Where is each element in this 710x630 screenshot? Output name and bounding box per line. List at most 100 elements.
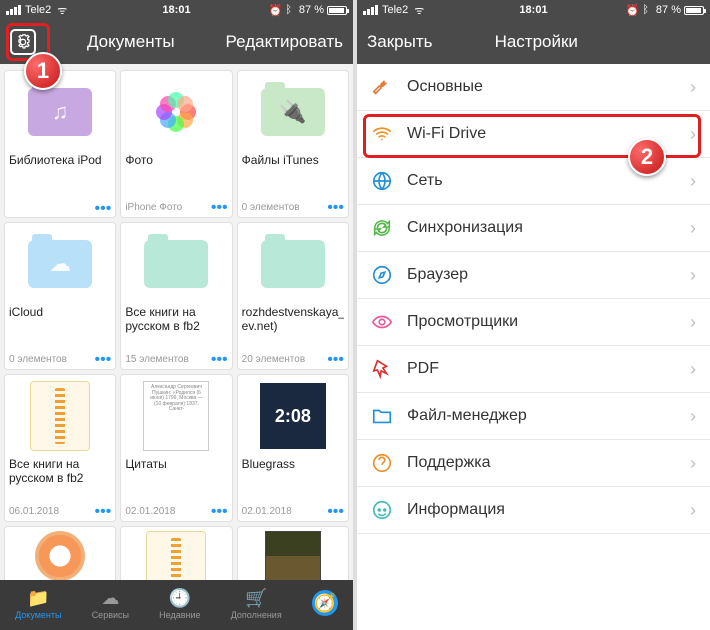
more-button[interactable]: ••• bbox=[327, 508, 344, 516]
settings-row-sync[interactable]: Синхронизация› bbox=[357, 205, 710, 252]
tile-name: iCloud bbox=[9, 305, 111, 335]
settings-row-label: Wi-Fi Drive bbox=[407, 125, 486, 143]
tile-thumbnail: 🔌 bbox=[242, 75, 344, 149]
document-tile[interactable]: ♫ Библиотека iPod ••• bbox=[4, 70, 116, 218]
folder-icon bbox=[144, 240, 208, 288]
battery-icon bbox=[327, 6, 347, 15]
chevron-right-icon: › bbox=[690, 171, 696, 192]
document-tile[interactable]: rozhdestvenskaya_m…ev.net)20 элементов••… bbox=[237, 222, 349, 370]
tile-name: Фото bbox=[125, 153, 227, 183]
document-tile[interactable]: 🔌 Файлы iTunes 0 элементов••• bbox=[237, 70, 349, 218]
tile-thumbnail bbox=[125, 75, 227, 149]
document-tile[interactable]: ☁ iCloud 0 элементов••• bbox=[4, 222, 116, 370]
status-bar: Tele2 ᯤ 18:01 ⏰ ᛒ 87 % bbox=[357, 0, 710, 20]
gear-icon bbox=[15, 34, 31, 50]
settings-row-help[interactable]: Поддержка› bbox=[357, 440, 710, 487]
tile-name: Файлы iTunes bbox=[242, 153, 344, 183]
tile-thumbnail: Александр Сергеевич Пушкин: «Родился (6 … bbox=[125, 379, 227, 453]
tile-thumbnail bbox=[125, 531, 227, 580]
settings-row-info[interactable]: Информация› bbox=[357, 487, 710, 534]
document-tile[interactable] bbox=[4, 526, 116, 580]
document-tile[interactable]: Александр Сергеевич Пушкин: «Родился (6 … bbox=[120, 374, 232, 522]
header-bar: Закрыть Настройки bbox=[357, 20, 710, 64]
settings-row-pdf[interactable]: PDF› bbox=[357, 346, 710, 393]
settings-row-label: Синхронизация bbox=[407, 219, 523, 237]
tile-name: Библиотека iPod bbox=[9, 153, 111, 183]
settings-row-compass[interactable]: Браузер› bbox=[357, 252, 710, 299]
document-tile[interactable]: 2:08Bluegrass02.01.2018••• bbox=[237, 374, 349, 522]
folder-icon: ☁ bbox=[28, 240, 92, 288]
alarm-icon: ⏰ bbox=[269, 4, 283, 17]
pdf-icon bbox=[371, 358, 393, 380]
document-tile[interactable]: Все книги на русском в fb206.01.2018••• bbox=[4, 374, 116, 522]
document-tile[interactable]: Все книги на русском в fb215 элементов••… bbox=[120, 222, 232, 370]
carrier-label: Tele2 bbox=[382, 4, 408, 16]
tab-icon: 🕘 bbox=[169, 588, 191, 608]
page-title: Настройки bbox=[495, 32, 578, 52]
chevron-right-icon: › bbox=[690, 453, 696, 474]
more-button[interactable]: ••• bbox=[211, 508, 228, 516]
more-button[interactable]: ••• bbox=[95, 205, 112, 213]
alarm-icon: ⏰ bbox=[626, 4, 640, 17]
battery-icon bbox=[684, 6, 704, 15]
document-tile[interactable] bbox=[237, 526, 349, 580]
chevron-right-icon: › bbox=[690, 359, 696, 380]
signal-bars-icon bbox=[363, 5, 378, 15]
more-button[interactable]: ••• bbox=[95, 508, 112, 516]
tile-thumbnail bbox=[242, 227, 344, 301]
chevron-right-icon: › bbox=[690, 265, 696, 286]
tile-meta: iPhone Фото••• bbox=[125, 202, 227, 213]
tab-icon: ☁ bbox=[101, 588, 119, 608]
tile-thumbnail: 2:08 bbox=[242, 379, 344, 453]
chevron-right-icon: › bbox=[690, 124, 696, 145]
callout-badge-2: 2 bbox=[628, 138, 666, 176]
sync-icon bbox=[371, 217, 393, 239]
tile-meta: 0 элементов••• bbox=[9, 354, 111, 365]
tile-meta: 02.01.2018••• bbox=[125, 506, 227, 517]
help-icon bbox=[371, 452, 393, 474]
tab-icon: 📁 bbox=[27, 588, 49, 608]
phone-settings: Tele2 ᯤ 18:01 ⏰ ᛒ 87 % Закрыть Настройки… bbox=[357, 0, 710, 630]
tile-meta: ••• bbox=[9, 205, 111, 213]
tile-meta: 0 элементов••• bbox=[242, 202, 344, 213]
folder-icon bbox=[261, 240, 325, 288]
tile-thumbnail: ☁ bbox=[9, 227, 111, 301]
tile-meta: 20 элементов••• bbox=[242, 354, 344, 365]
tab-browser[interactable]: 🧭 bbox=[312, 590, 338, 618]
page-title: Документы bbox=[87, 32, 175, 52]
phone-documents: Tele2 ᯤ 18:01 ⏰ ᛒ 87 % Документы Редакти… bbox=[0, 0, 353, 630]
settings-row-label: Информация bbox=[407, 501, 505, 519]
more-button[interactable]: ••• bbox=[327, 356, 344, 364]
info-icon bbox=[371, 499, 393, 521]
settings-row-folder[interactable]: Файл-менеджер› bbox=[357, 393, 710, 440]
battery-percent: 87 % bbox=[656, 4, 681, 16]
tab-Сервисы[interactable]: ☁Сервисы bbox=[92, 588, 129, 620]
more-button[interactable]: ••• bbox=[211, 204, 228, 212]
documents-grid[interactable]: ♫ Библиотека iPod ••• Фото iPhone Фото••• 🔌 Фа… bbox=[0, 64, 353, 580]
settings-button[interactable] bbox=[10, 29, 36, 55]
tile-thumbnail bbox=[9, 379, 111, 453]
more-button[interactable]: ••• bbox=[95, 356, 112, 364]
tile-name: Bluegrass bbox=[242, 457, 344, 487]
edit-button[interactable]: Редактировать bbox=[226, 32, 343, 52]
wifi-icon bbox=[371, 123, 393, 145]
document-tile[interactable]: Фото iPhone Фото••• bbox=[120, 70, 232, 218]
settings-row-wrench[interactable]: Основные› bbox=[357, 64, 710, 111]
tab-Дополнения[interactable]: 🛒Дополнения bbox=[231, 588, 282, 620]
close-button[interactable]: Закрыть bbox=[367, 32, 432, 52]
tile-name: Все книги на русском в fb2 bbox=[125, 305, 227, 335]
wrench-icon bbox=[371, 76, 393, 98]
document-tile[interactable] bbox=[120, 526, 232, 580]
settings-row-eye[interactable]: Просмотрщики› bbox=[357, 299, 710, 346]
settings-row-label: Основные bbox=[407, 78, 483, 96]
tab-Недавние[interactable]: 🕘Недавние bbox=[159, 588, 200, 620]
carrier-label: Tele2 bbox=[25, 4, 51, 16]
folder-icon: ♫ bbox=[28, 88, 92, 136]
globe-icon bbox=[371, 170, 393, 192]
tile-thumbnail bbox=[9, 531, 111, 580]
tab-icon: 🧭 bbox=[312, 590, 338, 616]
tab-Документы[interactable]: 📁Документы bbox=[15, 588, 61, 620]
settings-list[interactable]: 2 Основные›Wi-Fi Drive›Сеть›Синхронизаци… bbox=[357, 64, 710, 630]
more-button[interactable]: ••• bbox=[327, 204, 344, 212]
more-button[interactable]: ••• bbox=[211, 356, 228, 364]
